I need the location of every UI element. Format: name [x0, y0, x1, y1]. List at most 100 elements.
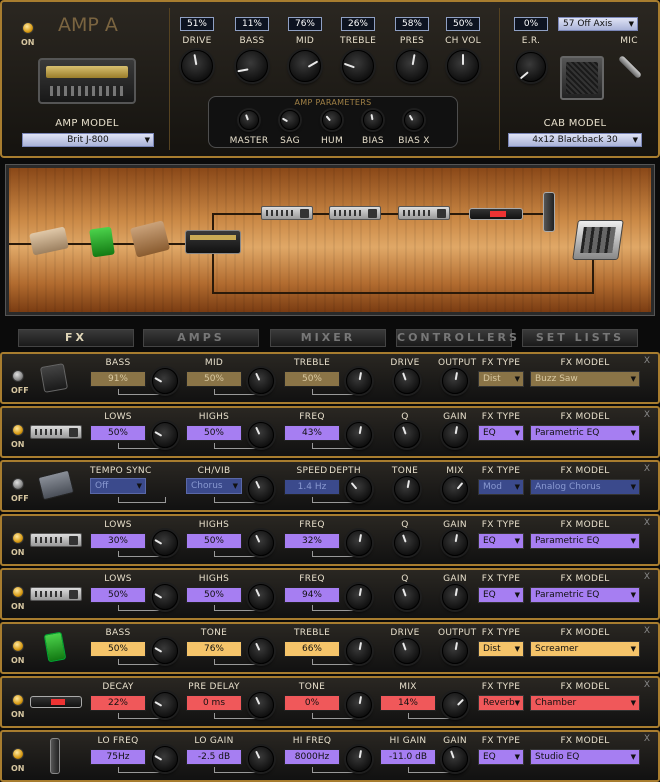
fx-row-4-extra-knob-5[interactable]: [442, 530, 468, 556]
fx-row-7-value-2[interactable]: 0 ms: [186, 695, 242, 711]
fx-row-3-value-3[interactable]: 1.4 Hz: [284, 479, 340, 495]
tab-amps[interactable]: AMPS: [143, 329, 259, 347]
fx-row-3-close-icon[interactable]: X: [644, 464, 650, 474]
fx-row-7-knob-3[interactable]: [346, 692, 372, 718]
fx-row-8-value-3[interactable]: 8000Hz: [284, 749, 340, 765]
fx-row-3-extra-knob-6[interactable]: [442, 476, 468, 502]
fx-row-2-fx-model-dropdown[interactable]: Parametric EQ: [530, 425, 640, 441]
fx-row-4-knob-3[interactable]: [346, 530, 372, 556]
fx-row-4-value-3[interactable]: 32%: [284, 533, 340, 549]
fx-row-4-close-icon[interactable]: X: [644, 518, 650, 528]
fx-row-8-close-icon[interactable]: X: [644, 734, 650, 744]
fx-row-4-knob-2[interactable]: [248, 530, 274, 556]
fx-row-1-extra-knob-4[interactable]: [394, 368, 420, 394]
fx-row-1-power-led[interactable]: [12, 370, 24, 382]
amp-master-knob[interactable]: [239, 110, 259, 130]
amp-pres-value[interactable]: 58%: [395, 17, 429, 31]
fx-row-5-knob-2[interactable]: [248, 584, 274, 610]
fx-row-6-knob-3[interactable]: [346, 638, 372, 664]
amp-drive-knob[interactable]: [181, 50, 213, 82]
fx-row-7-value-4[interactable]: 14%: [380, 695, 436, 711]
fx-row-7-knob-4[interactable]: [442, 692, 468, 718]
fx-row-8-fx-model-dropdown[interactable]: Studio EQ: [530, 749, 640, 765]
fx-row-4-power-led[interactable]: [12, 532, 24, 544]
fx-row-6-fx-model-dropdown[interactable]: Screamer: [530, 641, 640, 657]
fx-row-7-knob-2[interactable]: [248, 692, 274, 718]
fx-row-5-value-1[interactable]: 50%: [90, 587, 146, 603]
fx-row-3-extra-knob-5[interactable]: [394, 476, 420, 502]
amp-bias-knob[interactable]: [363, 110, 383, 130]
fx-row-8-value-4[interactable]: -11.0 dB: [380, 749, 436, 765]
amp-mid-knob[interactable]: [289, 50, 321, 82]
fx-row-6-fx-type-dropdown[interactable]: Dist: [478, 641, 524, 657]
amp-mid-value[interactable]: 76%: [288, 17, 322, 31]
fx-row-2-knob-1[interactable]: [152, 422, 178, 448]
fx-row-1-fx-model-dropdown[interactable]: Buzz Saw: [530, 371, 640, 387]
fx-row-5-knob-1[interactable]: [152, 584, 178, 610]
amp-sag-knob[interactable]: [280, 110, 300, 130]
amp-power-led[interactable]: [22, 22, 34, 34]
amp-head-chain-icon[interactable]: [185, 230, 241, 254]
fx-row-3-fx-type-dropdown[interactable]: Mod: [478, 479, 524, 495]
mixer-output-icon[interactable]: [572, 220, 624, 260]
fx-row-1-knob-2[interactable]: [248, 368, 274, 394]
fx-row-8-knob-2[interactable]: [248, 746, 274, 772]
amp-treble-knob[interactable]: [342, 50, 374, 82]
chorus-pedal-icon[interactable]: [129, 220, 171, 258]
fx-row-1-fx-type-dropdown[interactable]: Dist: [478, 371, 524, 387]
reverb-rack-chain-icon[interactable]: [469, 208, 523, 220]
fx-row-5-value-2[interactable]: 50%: [186, 587, 242, 603]
fx-row-5-extra-knob-5[interactable]: [442, 584, 468, 610]
fx-row-1-value-3[interactable]: 50%: [284, 371, 340, 387]
amp-bias-x-knob[interactable]: [404, 110, 424, 130]
tab-fx[interactable]: FX: [18, 329, 134, 347]
fx-row-7-value-3[interactable]: 0%: [284, 695, 340, 711]
fx-row-3-depth-knob[interactable]: [346, 476, 372, 502]
cab-model-dropdown[interactable]: 4x12 Blackback 30: [508, 133, 642, 147]
fx-row-8-fx-type-dropdown[interactable]: EQ: [478, 749, 524, 765]
amp-model-dropdown[interactable]: Brit J-800: [22, 133, 154, 147]
er-knob[interactable]: [516, 52, 546, 82]
fx-row-4-value-2[interactable]: 50%: [186, 533, 242, 549]
fx-row-6-extra-knob-4[interactable]: [394, 638, 420, 664]
fx-row-2-knob-3[interactable]: [346, 422, 372, 448]
fx-row-8-power-led[interactable]: [12, 748, 24, 760]
fx-row-4-fx-type-dropdown[interactable]: EQ: [478, 533, 524, 549]
fx-row-5-fx-type-dropdown[interactable]: EQ: [478, 587, 524, 603]
fx-row-1-close-icon[interactable]: X: [644, 356, 650, 366]
fx-row-2-value-3[interactable]: 43%: [284, 425, 340, 441]
fx-row-5-extra-knob-4[interactable]: [394, 584, 420, 610]
fx-row-4-fx-model-dropdown[interactable]: Parametric EQ: [530, 533, 640, 549]
amp-pres-knob[interactable]: [396, 50, 428, 82]
fx-row-3-power-led[interactable]: [12, 478, 24, 490]
fx-row-6-knob-1[interactable]: [152, 638, 178, 664]
fx-row-6-value-3[interactable]: 66%: [284, 641, 340, 657]
fx-row-1-knob-3[interactable]: [346, 368, 372, 394]
fx-row-1-knob-1[interactable]: [152, 368, 178, 394]
fx-row-3-knob-2[interactable]: [248, 476, 274, 502]
fx-row-7-close-icon[interactable]: X: [644, 680, 650, 690]
fx-row-6-value-2[interactable]: 76%: [186, 641, 242, 657]
fx-row-2-knob-2[interactable]: [248, 422, 274, 448]
parametric-eq-chain-3-icon[interactable]: [398, 206, 450, 220]
fx-row-5-fx-model-dropdown[interactable]: Parametric EQ: [530, 587, 640, 603]
fx-row-6-power-led[interactable]: [12, 640, 24, 652]
amp-treble-value[interactable]: 26%: [341, 17, 375, 31]
parametric-eq-chain-2-icon[interactable]: [329, 206, 381, 220]
er-value[interactable]: 0%: [514, 17, 548, 31]
fx-row-7-knob-1[interactable]: [152, 692, 178, 718]
fx-row-8-knob-3[interactable]: [346, 746, 372, 772]
amp-bass-value[interactable]: 11%: [235, 17, 269, 31]
fx-row-1-value-1[interactable]: 91%: [90, 371, 146, 387]
fx-row-3-value-2[interactable]: Chorus: [186, 478, 242, 494]
fx-row-2-extra-knob-5[interactable]: [442, 422, 468, 448]
tab-mixer[interactable]: MIXER: [270, 329, 386, 347]
tab-set-lists[interactable]: SET LISTS: [522, 329, 638, 347]
fx-row-2-fx-type-dropdown[interactable]: EQ: [478, 425, 524, 441]
amp-hum-knob[interactable]: [322, 110, 342, 130]
fx-row-6-value-1[interactable]: 50%: [90, 641, 146, 657]
fx-row-8-value-1[interactable]: 75Hz: [90, 749, 146, 765]
fx-row-8-knob-1[interactable]: [152, 746, 178, 772]
fx-row-7-fx-type-dropdown[interactable]: Reverb: [478, 695, 524, 711]
fx-row-6-extra-knob-5[interactable]: [442, 638, 468, 664]
